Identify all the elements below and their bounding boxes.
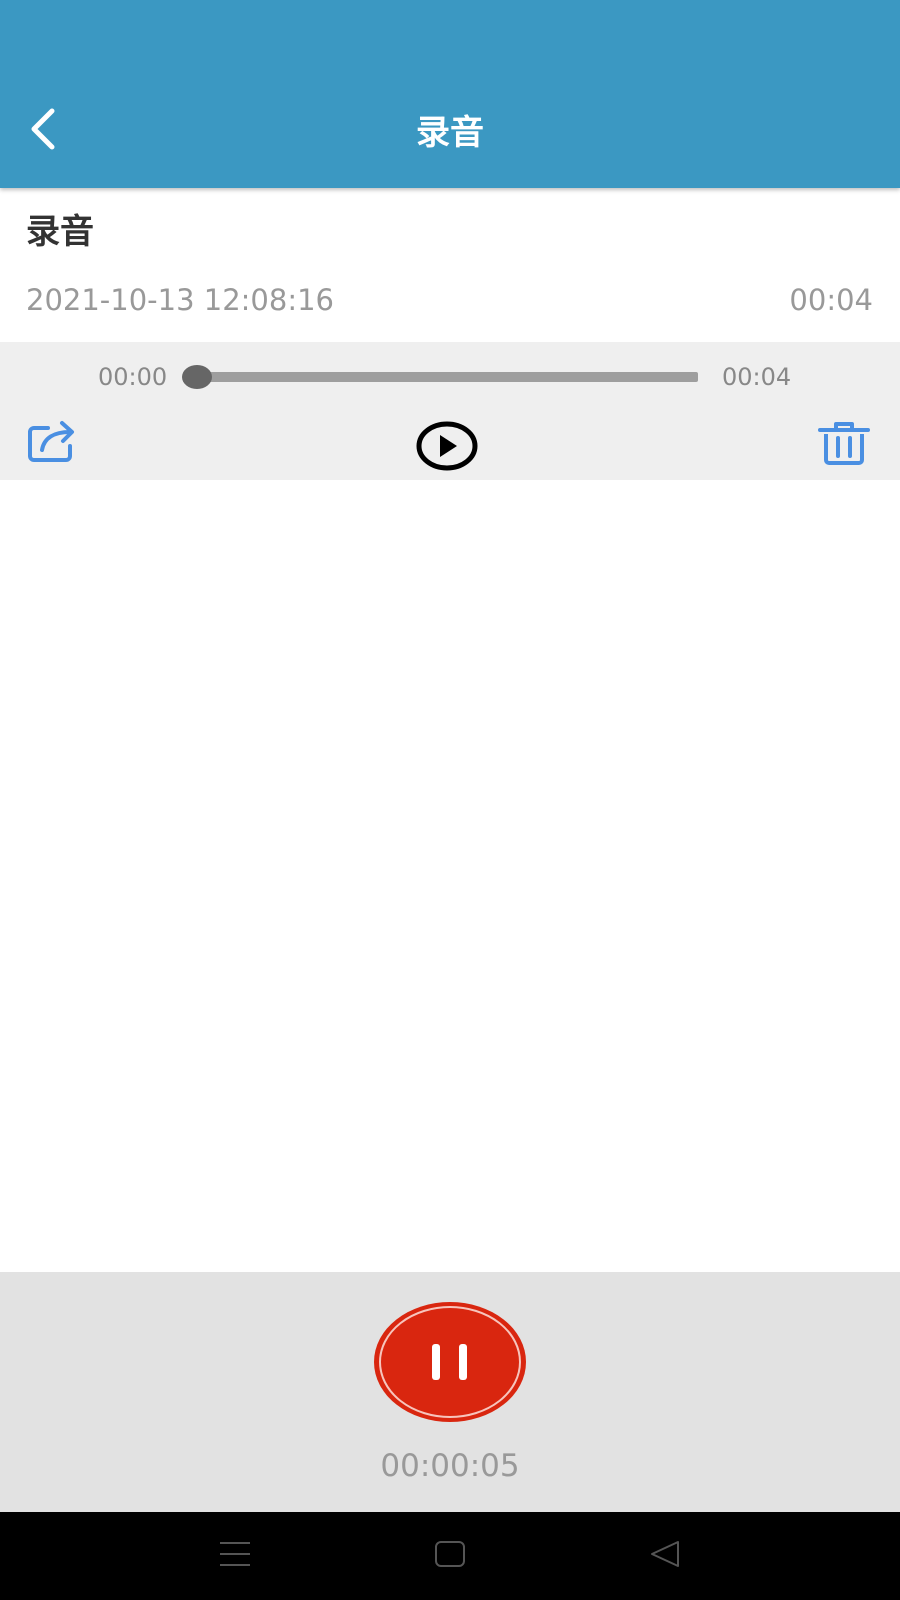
home-button[interactable]	[428, 1534, 472, 1578]
play-button[interactable]	[416, 420, 478, 472]
recording-name: 录音	[26, 212, 94, 252]
recording-duration: 00:04	[789, 283, 873, 317]
trash-icon	[818, 422, 870, 470]
system-back-button[interactable]	[643, 1534, 687, 1578]
pause-recording-button[interactable]	[372, 1300, 528, 1424]
seek-bar[interactable]	[182, 365, 698, 389]
page-title: 录音	[416, 113, 484, 153]
pause-icon	[372, 1302, 528, 1428]
total-time: 00:04	[722, 363, 792, 391]
current-time: 00:00	[98, 363, 168, 391]
seek-thumb[interactable]	[182, 365, 212, 389]
share-icon	[26, 421, 80, 468]
recent-apps-button[interactable]	[213, 1534, 257, 1578]
recording-list-item[interactable]: 录音 2021-10-13 12:08:16 00:04	[0, 188, 900, 342]
recorder-bar: 00:00:05	[0, 1272, 900, 1512]
share-button[interactable]	[26, 418, 80, 464]
app-bar: 录音	[0, 0, 900, 188]
system-navigation-bar	[0, 1512, 900, 1600]
menu-icon	[218, 1539, 252, 1573]
delete-button[interactable]	[818, 420, 870, 466]
home-icon	[433, 1539, 467, 1573]
recording-timer: 00:00:05	[380, 1448, 520, 1484]
recording-date: 2021-10-13 12:08:16	[26, 283, 334, 317]
back-triangle-icon	[648, 1539, 682, 1573]
player-panel: 00:00 00:04	[0, 342, 900, 480]
play-icon	[416, 421, 478, 476]
